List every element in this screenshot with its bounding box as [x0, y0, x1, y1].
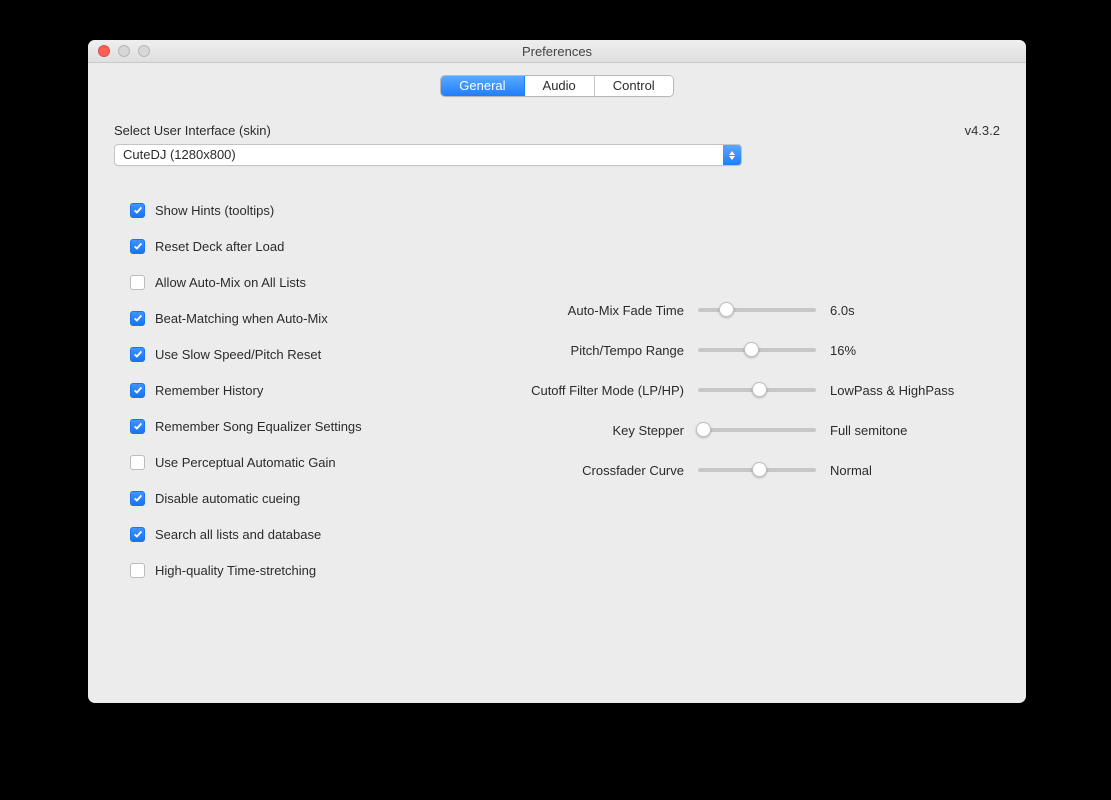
checkmark-icon: [133, 493, 143, 503]
checkbox-label: High-quality Time-stretching: [155, 563, 316, 578]
version-label: v4.3.2: [965, 123, 1000, 138]
slider-value: 6.0s: [830, 303, 970, 318]
checkbox-row: Beat-Matching when Auto-Mix: [130, 300, 474, 336]
slider-value: Normal: [830, 463, 970, 478]
checkbox-label: Allow Auto-Mix on All Lists: [155, 275, 306, 290]
checkbox-label: Beat-Matching when Auto-Mix: [155, 311, 328, 326]
checkbox-label: Remember History: [155, 383, 263, 398]
checkbox[interactable]: [130, 527, 145, 542]
checkbox-row: Allow Auto-Mix on All Lists: [130, 264, 474, 300]
slider-thumb[interactable]: [752, 382, 767, 397]
checkbox-column: Show Hints (tooltips) Reset Deck after Lo…: [114, 192, 474, 588]
slider-label: Auto-Mix Fade Time: [484, 303, 684, 318]
checkbox-row: High-quality Time-stretching: [130, 552, 474, 588]
checkbox[interactable]: [130, 239, 145, 254]
checkbox-row: Remember History: [130, 372, 474, 408]
slider-track: [698, 428, 816, 432]
slider[interactable]: [698, 422, 816, 438]
tab-control[interactable]: Control: [594, 76, 673, 96]
slider-column: Auto-Mix Fade Time 6.0s Pitch/Tempo Range 1…: [484, 192, 1000, 588]
chevrons-updown-icon: [723, 145, 741, 165]
slider[interactable]: [698, 302, 816, 318]
checkmark-icon: [133, 241, 143, 251]
close-button[interactable]: [98, 45, 110, 57]
slider[interactable]: [698, 382, 816, 398]
checkbox-label: Use Perceptual Automatic Gain: [155, 455, 336, 470]
checkbox[interactable]: [130, 419, 145, 434]
checkmark-icon: [133, 205, 143, 215]
checkbox[interactable]: [130, 311, 145, 326]
window-controls: [98, 45, 150, 57]
slider-label: Cutoff Filter Mode (LP/HP): [484, 383, 684, 398]
slider-value: 16%: [830, 343, 970, 358]
checkbox-row: Reset Deck after Load: [130, 228, 474, 264]
tab-general[interactable]: General: [441, 76, 523, 96]
slider[interactable]: [698, 462, 816, 478]
checkbox-row: Show Hints (tooltips): [130, 192, 474, 228]
slider-thumb[interactable]: [719, 302, 734, 317]
checkmark-icon: [133, 529, 143, 539]
checkbox-row: Disable automatic cueing: [130, 480, 474, 516]
slider-thumb[interactable]: [744, 342, 759, 357]
checkbox-label: Remember Song Equalizer Settings: [155, 419, 362, 434]
slider-label: Pitch/Tempo Range: [484, 343, 684, 358]
tab-bar: General Audio Control: [88, 63, 1026, 101]
slider-value: Full semitone: [830, 423, 970, 438]
checkbox-label: Reset Deck after Load: [155, 239, 284, 254]
checkbox[interactable]: [130, 203, 145, 218]
checkbox[interactable]: [130, 275, 145, 290]
slider-row: Pitch/Tempo Range 16%: [484, 330, 1000, 370]
tab-audio[interactable]: Audio: [524, 76, 594, 96]
checkbox-row: Remember Song Equalizer Settings: [130, 408, 474, 444]
minimize-button[interactable]: [118, 45, 130, 57]
maximize-button[interactable]: [138, 45, 150, 57]
checkbox-label: Disable automatic cueing: [155, 491, 300, 506]
checkbox[interactable]: [130, 347, 145, 362]
checkmark-icon: [133, 385, 143, 395]
slider-label: Key Stepper: [484, 423, 684, 438]
preferences-window: Preferences General Audio Control v4.3.2…: [88, 40, 1026, 703]
checkmark-icon: [133, 349, 143, 359]
slider-thumb[interactable]: [752, 462, 767, 477]
slider-value: LowPass & HighPass: [830, 383, 970, 398]
checkbox-row: Use Slow Speed/Pitch Reset: [130, 336, 474, 372]
tab-segmented-control: General Audio Control: [440, 75, 673, 97]
checkmark-icon: [133, 313, 143, 323]
slider-row: Auto-Mix Fade Time 6.0s: [484, 290, 1000, 330]
slider-row: Cutoff Filter Mode (LP/HP) LowPass & High…: [484, 370, 1000, 410]
content-pane: v4.3.2 Select User Interface (skin) Cute…: [88, 101, 1026, 598]
slider-label: Crossfader Curve: [484, 463, 684, 478]
checkmark-icon: [133, 421, 143, 431]
checkbox[interactable]: [130, 491, 145, 506]
window-title: Preferences: [522, 44, 592, 59]
skin-select-label: Select User Interface (skin): [114, 123, 1000, 138]
checkbox[interactable]: [130, 455, 145, 470]
slider-row: Key Stepper Full semitone: [484, 410, 1000, 450]
slider[interactable]: [698, 342, 816, 358]
slider-thumb[interactable]: [696, 422, 711, 437]
slider-row: Crossfader Curve Normal: [484, 450, 1000, 490]
checkbox-row: Search all lists and database: [130, 516, 474, 552]
skin-select-value: CuteDJ (1280x800): [114, 144, 742, 166]
checkbox-label: Use Slow Speed/Pitch Reset: [155, 347, 321, 362]
checkbox-label: Show Hints (tooltips): [155, 203, 274, 218]
skin-select[interactable]: CuteDJ (1280x800): [114, 144, 742, 166]
titlebar: Preferences: [88, 40, 1026, 63]
checkbox[interactable]: [130, 383, 145, 398]
slider-track: [698, 308, 816, 312]
checkbox-row: Use Perceptual Automatic Gain: [130, 444, 474, 480]
checkbox-label: Search all lists and database: [155, 527, 321, 542]
settings-columns: Show Hints (tooltips) Reset Deck after Lo…: [114, 192, 1000, 588]
checkbox[interactable]: [130, 563, 145, 578]
